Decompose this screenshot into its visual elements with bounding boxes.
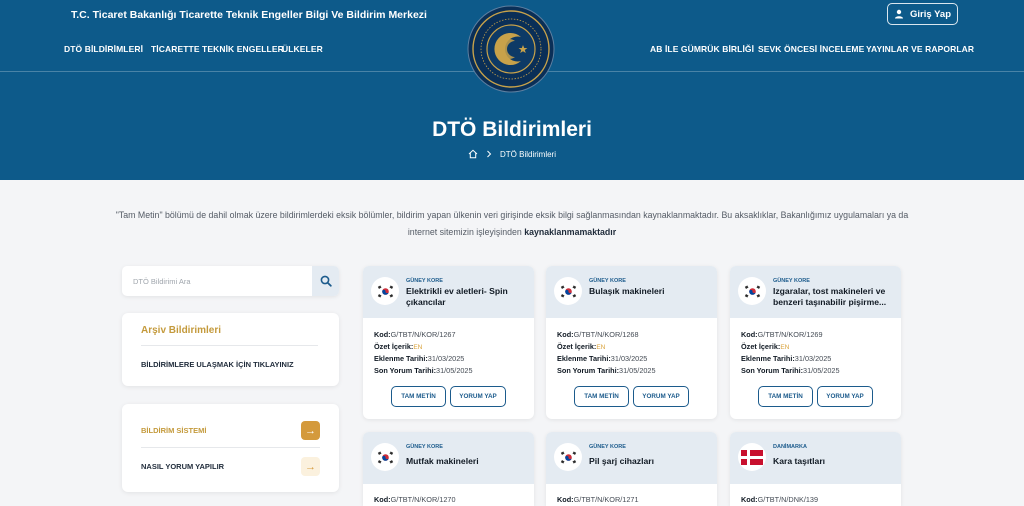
nav-yayinlar-raporlar[interactable]: YAYINLAR VE RAPORLAR: [866, 44, 974, 54]
card-deadline: Son Yorum Tarihi:31/05/2025: [741, 366, 840, 375]
card-title[interactable]: Izgaralar, tost makineleri ve benzeri ta…: [773, 286, 895, 307]
full-text-button[interactable]: TAM METİN: [574, 386, 629, 407]
card-code: Kod:G/TBT/N/KOR/1269: [741, 330, 823, 339]
login-button[interactable]: Giriş Yap: [887, 3, 958, 25]
card-summary: Özet İçerik:EN: [741, 342, 790, 351]
card-title[interactable]: Bulaşık makineleri: [589, 286, 711, 297]
search-box: [122, 266, 339, 296]
notice-text: "Tam Metin" bölümü de dahil olmak üzere …: [110, 207, 914, 241]
site-title[interactable]: T.C. Ticaret Bakanlığı Ticarette Teknik …: [71, 9, 427, 21]
notification-card: DANİMARKA Kara taşıtları Kod:G/TBT/N/DNK…: [730, 432, 901, 506]
chevron-right-icon: [487, 150, 492, 158]
card-deadline: Son Yorum Tarihi:31/05/2025: [557, 366, 656, 375]
comment-button[interactable]: YORUM YAP: [817, 386, 873, 407]
card-summary: Özet İçerik:EN: [374, 342, 423, 351]
ministry-seal-logo[interactable]: [467, 5, 555, 93]
breadcrumb: DTÖ Bildirimleri: [0, 149, 1024, 159]
card-code: Kod:G/TBT/N/KOR/1271: [557, 495, 639, 504]
archive-link[interactable]: BİLDİRİMLERE ULAŞMAK İÇİN TIKLAYINIZ: [141, 360, 294, 369]
bildirim-sistemi-link[interactable]: BİLDİRİM SİSTEMİ: [141, 426, 206, 435]
korea-flag-icon: [371, 277, 399, 305]
card-code: Kod:G/TBT/N/KOR/1268: [557, 330, 639, 339]
card-deadline: Son Yorum Tarihi:31/05/2025: [374, 366, 473, 375]
archive-title: Arşiv Bildirimleri: [141, 325, 222, 336]
card-country: GÜNEY KORE: [406, 444, 443, 450]
card-summary: Özet İçerik:EN: [557, 342, 606, 351]
korea-flag-icon: [554, 277, 582, 305]
korea-flag-icon: [738, 277, 766, 305]
notification-card: GÜNEY KORE Pil şarj cihazları Kod:G/TBT/…: [546, 432, 717, 506]
nasil-yorum-link[interactable]: NASIL YORUM YAPILIR: [141, 462, 224, 471]
archive-card: Arşiv Bildirimleri BİLDİRİMLERE ULAŞMAK …: [122, 313, 339, 386]
card-title[interactable]: Mutfak makineleri: [406, 456, 528, 467]
user-icon: [894, 9, 903, 19]
search-button[interactable]: [312, 266, 339, 296]
card-country: GÜNEY KORE: [406, 278, 443, 284]
archive-divider: [141, 345, 318, 346]
arrow-right-icon[interactable]: →: [301, 421, 320, 440]
comment-button[interactable]: YORUM YAP: [633, 386, 689, 407]
header-hero: T.C. Ticaret Bakanlığı Ticarette Teknik …: [0, 0, 1024, 180]
notification-card: GÜNEY KORE Elektrikli ev aletleri- Spin …: [363, 266, 534, 419]
card-country: GÜNEY KORE: [589, 278, 626, 284]
login-label: Giriş Yap: [909, 8, 951, 20]
card-code: Kod:G/TBT/N/DNK/139: [741, 495, 819, 504]
notification-card: GÜNEY KORE Izgaralar, tost makineleri ve…: [730, 266, 901, 419]
nav-dto-bildirimleri[interactable]: DTÖ BİLDİRİMLERİ: [64, 44, 143, 54]
denmark-flag-icon: [738, 443, 766, 471]
card-country: GÜNEY KORE: [773, 278, 810, 284]
notice-body: "Tam Metin" bölümü de dahil olmak üzere …: [115, 210, 909, 237]
full-text-button[interactable]: TAM METİN: [758, 386, 813, 407]
card-added-date: Eklenme Tarihi:31/03/2025: [557, 354, 648, 363]
notification-card: GÜNEY KORE Mutfak makineleri Kod:G/TBT/N…: [363, 432, 534, 506]
nav-ab-gumruk-birligi[interactable]: AB İLE GÜMRÜK BİRLİĞİ: [650, 44, 754, 54]
korea-flag-icon: [554, 443, 582, 471]
nav-ticarette-teknik-engeller[interactable]: TİCARETTE TEKNİK ENGELLER: [151, 44, 284, 54]
nav-sevk-oncesi-inceleme[interactable]: SEVK ÖNCESİ İNCELEME: [758, 44, 864, 54]
nav-ulkeler[interactable]: ÜLKELER: [282, 44, 323, 54]
card-added-date: Eklenme Tarihi:31/03/2025: [374, 354, 465, 363]
page-title: DTÖ Bildirimleri: [432, 118, 592, 141]
korea-flag-icon: [371, 443, 399, 471]
card-code: Kod:G/TBT/N/KOR/1267: [374, 330, 456, 339]
card-title[interactable]: Kara taşıtları: [773, 456, 895, 467]
card-added-date: Eklenme Tarihi:31/03/2025: [741, 354, 832, 363]
full-text-button[interactable]: TAM METİN: [391, 386, 446, 407]
card-country: DANİMARKA: [773, 444, 807, 450]
breadcrumb-current: DTÖ Bildirimleri: [500, 149, 556, 159]
card-title[interactable]: Elektrikli ev aletleri- Spin çıkancılar: [406, 286, 528, 307]
search-input[interactable]: [122, 266, 312, 296]
notice-emphasis: kaynaklanmamaktadır: [524, 227, 617, 237]
card-title[interactable]: Pil şarj cihazları: [589, 456, 711, 467]
comment-button[interactable]: YORUM YAP: [450, 386, 506, 407]
notification-card: GÜNEY KORE Bulaşık makineleri Kod:G/TBT/…: [546, 266, 717, 419]
side-links-divider: [141, 447, 320, 448]
arrow-right-icon[interactable]: →: [301, 457, 320, 476]
card-country: GÜNEY KORE: [589, 444, 626, 450]
home-icon[interactable]: [468, 149, 478, 159]
card-code: Kod:G/TBT/N/KOR/1270: [374, 495, 456, 504]
side-links-card: BİLDİRİM SİSTEMİ → NASIL YORUM YAPILIR →: [122, 404, 339, 492]
search-icon: [320, 275, 332, 287]
